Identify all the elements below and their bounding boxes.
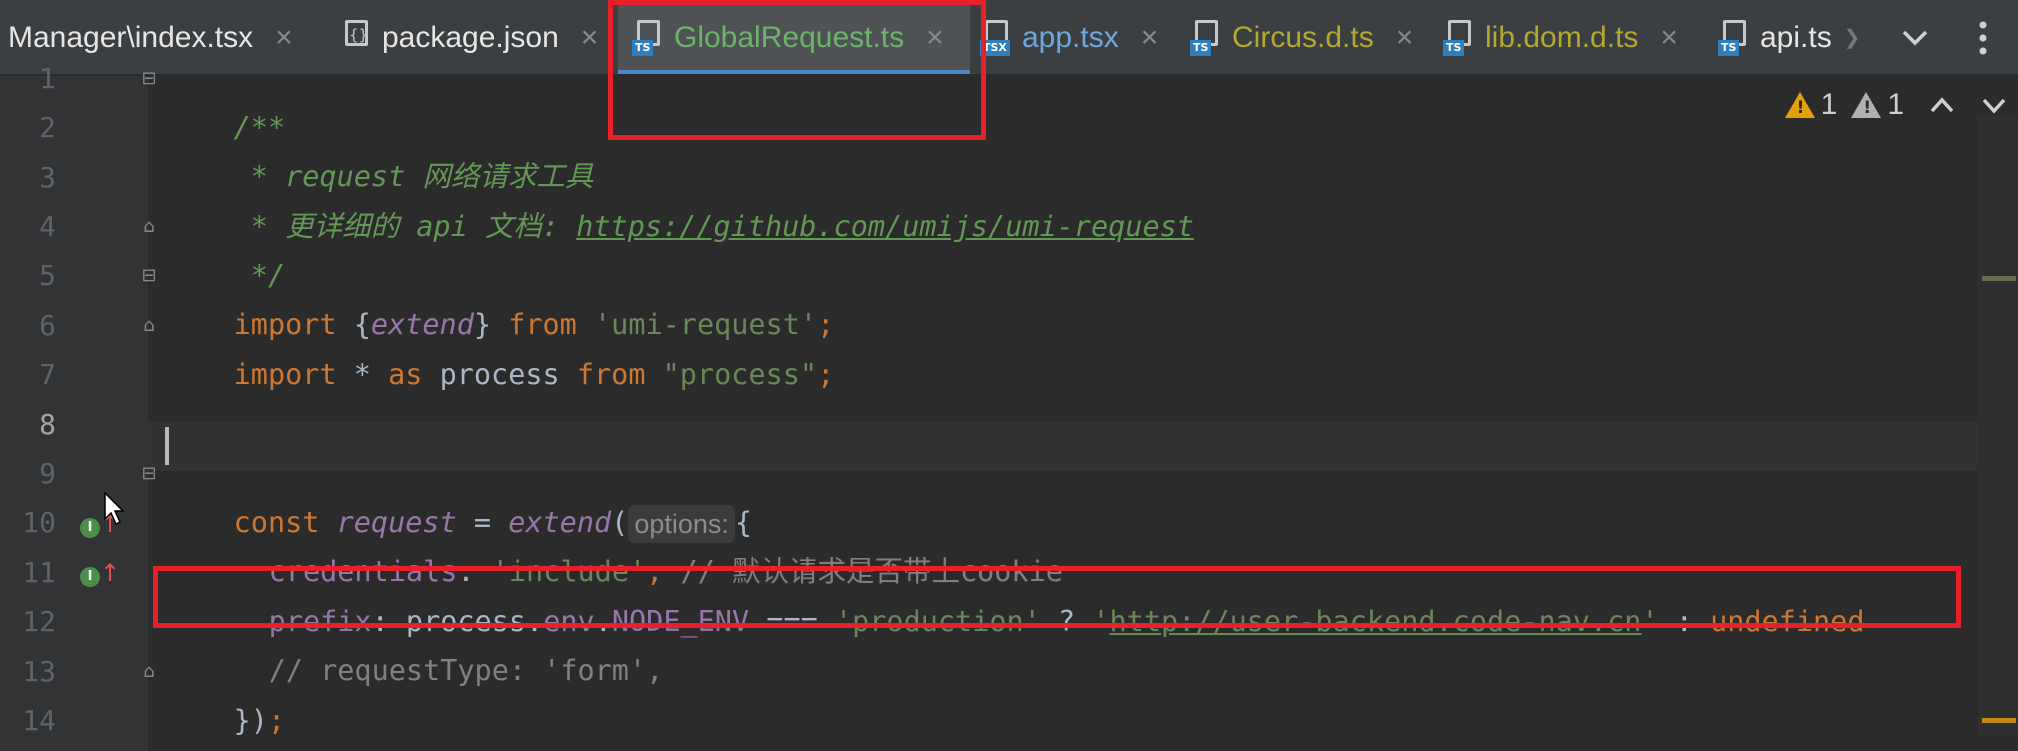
active-tab-indicator [618,70,970,74]
line-number: 14 [22,704,56,737]
tab-circus-d-ts[interactable]: TS Circus.d.ts × [1190,0,1414,74]
close-icon[interactable]: × [926,21,944,55]
fold-end-icon[interactable]: ⌂ [138,216,160,238]
line-number: 12 [22,605,56,638]
code-line-13[interactable]: }); [165,647,286,737]
code-line-1[interactable]: /** [165,54,285,144]
tab-api-ts[interactable]: TS api.ts ❯ [1718,0,1861,74]
line-number: 8 [39,408,56,441]
editor-tab-bar: Manager\index.tsx × {} package.json × TS… [0,0,2018,75]
line-number: 13 [22,655,56,688]
warnings-count[interactable]: ! 1 [1784,88,1837,122]
code-line-4[interactable]: */ [165,202,285,292]
line-number: 5 [39,259,56,292]
code-line-12[interactable]: // requestType: 'form', [200,597,664,687]
tab-label: lib.dom.d.ts [1485,20,1639,54]
tab-label: api.ts [1760,20,1832,54]
weak-warning-icon: ! [1851,92,1882,118]
line-number: 7 [39,358,56,391]
scroll-marker[interactable] [1982,276,2016,281]
code-line-11[interactable]: prefix: process.env.NODE_ENV === 'produc… [200,548,1865,638]
line-number: 10 [22,506,56,539]
close-icon[interactable]: × [1396,21,1414,55]
tab-app-tsx[interactable]: TSX app.tsx × [980,0,1159,74]
fold-icon[interactable]: ⊟ [138,463,160,485]
vertical-ellipsis-icon [1979,21,1987,54]
line-number: 3 [39,161,56,194]
tab-lib-dom-d-ts[interactable]: TS lib.dom.d.ts × [1443,0,1678,74]
code-line-9[interactable]: const request = extend(options:{ [165,449,752,543]
tab-label: GlobalRequest.ts [674,20,905,54]
typescript-file-icon: TS [1190,19,1222,56]
next-highlight-icon[interactable] [1980,96,2008,114]
json-file-icon: {} [340,19,372,56]
chevron-down-icon [1902,30,1928,45]
tab-label: package.json [382,20,559,54]
code-line-2[interactable]: * request 网络请求工具 [165,103,594,193]
more-actions-button[interactable] [1958,0,2008,74]
line-number: 11 [22,556,56,589]
code-line-10[interactable]: credentials: 'include', // 默认请求是否带上cooki… [200,498,1063,588]
code-editor[interactable]: 1 2 3 4 5 6 7 8 9 10 11 12 13 14 I ↑ I ↑ ⊟… [0,62,2018,751]
previous-highlight-icon[interactable] [1928,96,1956,114]
typescript-file-icon: TS [1443,19,1475,56]
tab-label: Manager\index.tsx [8,20,254,54]
mouse-pointer-icon [104,492,125,526]
scroll-marker[interactable] [1982,718,2016,723]
close-icon[interactable]: × [275,21,293,55]
code-line-5[interactable]: import {extend} from 'umi-request'; [165,251,835,341]
implements-gutter-icon[interactable]: I ↑ [80,559,120,591]
editor-gutter[interactable]: 1 2 3 4 5 6 7 8 9 10 11 12 13 14 I ↑ I ↑ [0,62,148,751]
fold-end-icon[interactable]: ⌂ [138,661,160,683]
line-number: 1 [39,62,56,95]
typescript-file-icon: TS [632,19,664,56]
weak-warnings-count[interactable]: ! 1 [1851,88,1904,122]
line-number: 6 [39,309,56,342]
warning-icon: ! [1784,92,1815,118]
fold-icon[interactable]: ⊟ [138,68,160,90]
close-icon[interactable]: × [581,21,599,55]
line-number: 2 [39,111,56,144]
tab-global-request[interactable]: TS GlobalRequest.ts × [618,0,970,74]
code-line-6[interactable]: import * as process from "process"; [165,301,835,391]
tab-label: app.tsx [1022,20,1119,54]
line-number: 9 [39,457,56,490]
doc-link[interactable]: https://github.com/umijs/umi-request [576,210,1194,243]
show-hidden-tabs-button[interactable] [1890,0,1940,74]
fold-end-icon[interactable]: ⌂ [138,315,160,337]
inspection-widget[interactable]: ! 1 ! 1 [1784,88,2008,122]
fold-icon[interactable]: ⊟ [138,265,160,287]
close-icon[interactable]: × [1141,21,1159,55]
prefix-url[interactable]: http://user-backend.code-nav.cn [1110,605,1642,638]
tsx-file-icon: TSX [980,19,1012,56]
typescript-file-icon: TS [1718,19,1750,56]
code-line-3[interactable]: * 更详细的 api 文档: https://github.com/umijs/… [165,153,1194,243]
close-icon[interactable]: × [1660,21,1678,55]
tab-package-json[interactable]: {} package.json × [340,0,599,74]
tab-label: Circus.d.ts [1232,20,1374,54]
line-number: 4 [39,210,56,243]
editor-scrollbar[interactable] [1978,116,2018,736]
tab-overflow-icon: ❯ [1843,27,1861,49]
